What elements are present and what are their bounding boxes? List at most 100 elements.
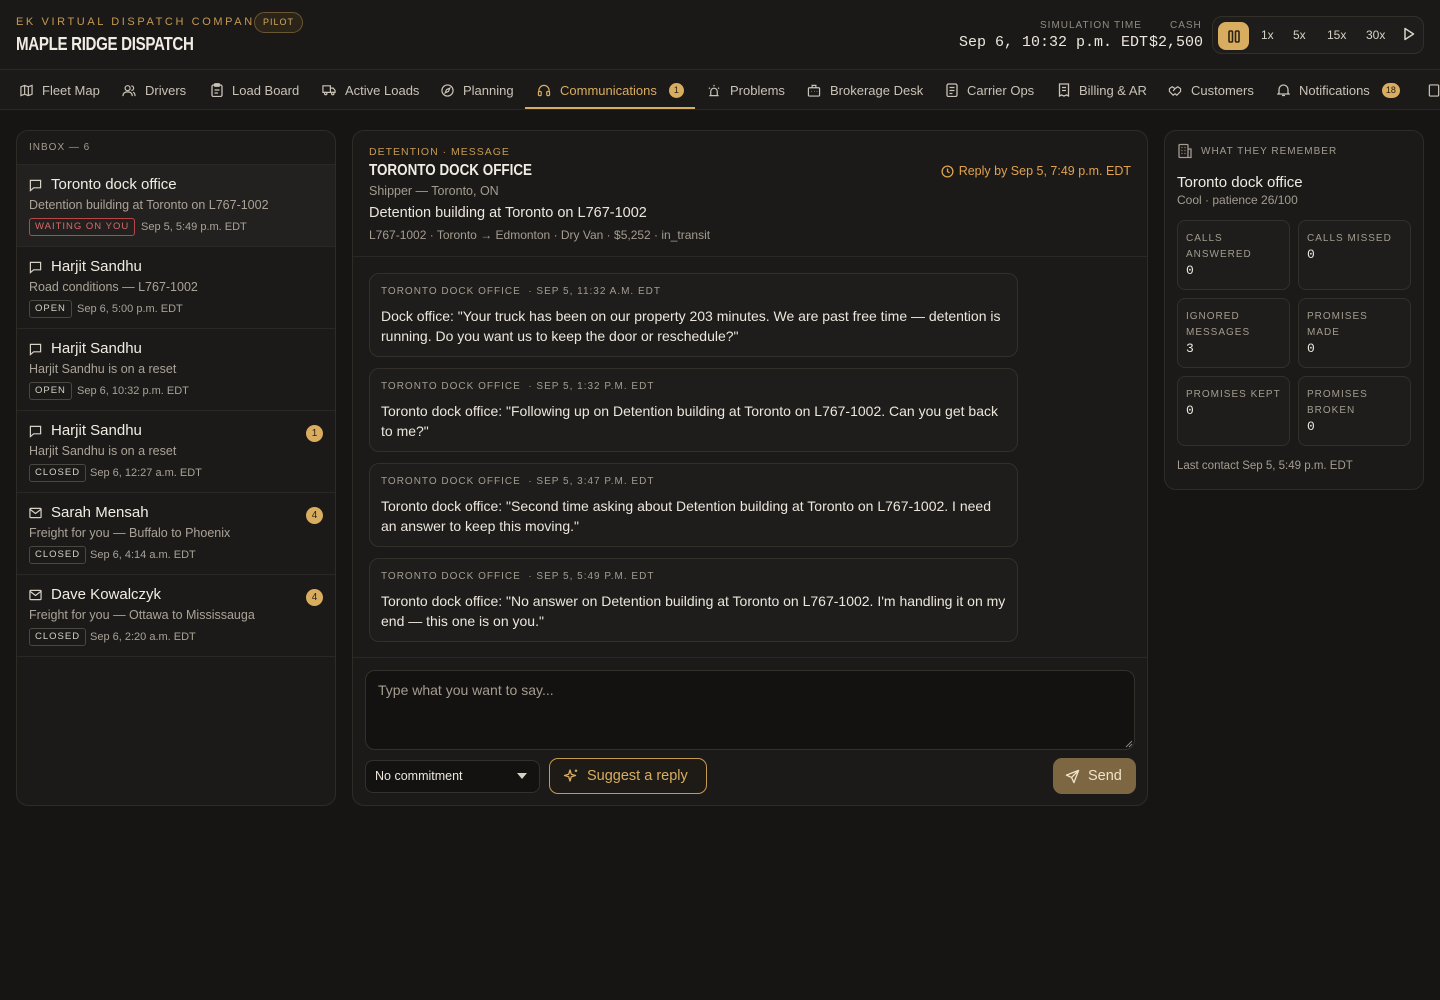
stat-promises-made: PROMISES MADE 0 [1298,298,1411,368]
message-sender: TORONTO DOCK OFFICE · SEP 5, 1:32 P.M. E… [381,381,655,392]
clock-icon [941,164,954,178]
suggest-reply-button[interactable]: Suggest a reply [549,758,707,794]
sparkles-icon [563,769,578,782]
tab-load-board[interactable]: Load Board [211,70,299,109]
list-item[interactable]: Sarah Mensah 4 Freight for you — Buffalo… [17,493,335,575]
stat-calls-missed: CALLS MISSED 0 [1298,220,1411,290]
thread-title: TORONTO DOCK OFFICE [369,162,533,179]
tab-active-loads[interactable]: Active Loads [322,70,419,109]
speed-5x-button[interactable]: 5x [1293,28,1306,42]
stat-promises-broken: PROMISES BROKEN 0 [1298,376,1411,446]
stat-calls-answered: CALLS ANSWERED 0 [1177,220,1290,290]
mail-icon [29,507,42,519]
tab-brokerage-desk[interactable]: Brokerage Desk [807,70,923,109]
inbox-item-time: Sep 6, 5:00 p.m. EDT [77,303,183,315]
inbox-item-time: Sep 6, 4:14 a.m. EDT [90,549,196,561]
receipt-icon [1058,83,1070,97]
thread-category: DETENTION · MESSAGE [369,146,510,158]
memory-contact-name: Toronto dock office [1177,174,1303,191]
status-badge: WAITING ON YOU [29,218,136,236]
truck-icon [322,85,336,96]
message-text: Toronto dock office: "Second time asking… [381,498,991,534]
map-icon [20,84,33,96]
company-name: EK VIRTUAL DISPATCH COMPANY [16,16,265,28]
inbox-item-subject: Freight for you — Ottawa to Mississauga [29,608,255,622]
list-item[interactable]: Harjit Sandhu Road conditions — L767-100… [17,247,335,329]
message-sender: TORONTO DOCK OFFICE · SEP 5, 11:32 A.M. … [381,286,661,297]
message-bubble: TORONTO DOCK OFFICE · SEP 5, 1:32 P.M. E… [369,368,1018,452]
simulation-time-label: SIMULATION TIME [1040,20,1142,31]
inbox-item-time: Sep 6, 10:32 p.m. EDT [77,385,189,397]
list-item[interactable]: Dave Kowalczyk 4 Freight for you — Ottaw… [17,575,335,657]
tab-carrier-ops[interactable]: Carrier Ops [946,70,1034,109]
tab-notifications[interactable]: Notifications 18 [1277,70,1400,109]
inbox-item-time: Sep 5, 5:49 p.m. EDT [141,221,247,233]
message-sender: TORONTO DOCK OFFICE · SEP 5, 3:47 P.M. E… [381,476,655,487]
communications-count-badge: 1 [668,82,684,98]
message-bubble: TORONTO DOCK OFFICE · SEP 5, 5:49 P.M. E… [369,558,1018,642]
mail-icon [29,589,42,601]
speed-30x-button[interactable]: 30x [1366,28,1385,42]
tab-customers[interactable]: Customers [1168,70,1254,109]
send-button[interactable]: Send [1053,758,1136,794]
status-badge: CLOSED [29,464,87,482]
reply-textarea[interactable] [365,670,1135,750]
speed-1x-button[interactable]: 1x [1261,28,1274,42]
inbox-item-subject: Harjit Sandhu is on a reset [29,362,177,376]
unread-count-badge: 4 [306,589,323,606]
inbox-item-name: Harjit Sandhu [51,340,142,357]
inbox-item-subject: Harjit Sandhu is on a reset [29,444,177,458]
message-icon [29,261,42,274]
list-item[interactable]: Harjit Sandhu 1 Harjit Sandhu is on a re… [17,411,335,493]
clipboard-list-icon [946,83,958,97]
pause-button[interactable] [1218,22,1249,50]
tab-communications[interactable]: Communications 1 [537,70,684,109]
active-tab-indicator [525,107,695,109]
tab-drivers[interactable]: Drivers [122,70,186,109]
message-icon [29,343,42,356]
pause-icon [1227,29,1240,43]
bell-icon [1277,84,1290,97]
load-summary: L767-1002 · Toronto → Edmonton · Dry Van… [369,228,711,242]
inbox-item-subject: Detention building at Toronto on L767-10… [29,198,269,212]
status-badge: CLOSED [29,546,87,564]
inbox-item-name: Dave Kowalczyk [51,586,162,603]
tab-planning[interactable]: Planning [441,70,514,109]
clipboard-icon [211,83,223,97]
building-icon [1178,143,1192,159]
speed-15x-button[interactable]: 15x [1327,28,1346,42]
inbox-panel: INBOX — 6 Toronto dock office Detention … [16,130,336,806]
inbox-item-subject: Freight for you — Buffalo to Phoenix [29,526,231,540]
inbox-item-name: Harjit Sandhu [51,422,142,439]
status-badge: OPEN [29,382,72,400]
contact-role: Shipper — Toronto, ON [369,184,499,198]
headset-icon [537,84,551,96]
memory-header: WHAT THEY REMEMBER [1177,143,1337,159]
send-icon [1065,769,1080,783]
unread-count-badge: 4 [306,507,323,524]
handshake-icon [1168,85,1182,96]
siren-icon [708,84,720,96]
message-text: Dock office: "Your truck has been on our… [381,308,1001,344]
play-icon[interactable] [1403,27,1415,41]
inbox-header: INBOX — 6 [17,131,335,165]
inbox-item-name: Sarah Mensah [51,504,149,521]
tab-problems[interactable]: Problems [707,70,785,109]
commitment-select[interactable]: No commitment [365,760,540,793]
inbox-item-name: Harjit Sandhu [51,258,142,275]
list-item[interactable]: Toronto dock office Detention building a… [17,165,335,247]
inbox-item-time: Sep 6, 12:27 a.m. EDT [90,467,202,479]
inbox-item-time: Sep 6, 2:20 a.m. EDT [90,631,196,643]
stat-ignored-messages: IGNORED MESSAGES 3 [1177,298,1290,368]
speed-controls: 1x 5x 15x 30x [1212,16,1424,54]
resize-grip-icon[interactable] [1125,740,1133,748]
tab-overflow[interactable] [1428,70,1440,109]
users-icon [122,84,136,96]
cash-label: CASH [1170,20,1202,31]
building-icon [1428,83,1440,97]
tab-fleet-map[interactable]: Fleet Map [20,70,100,109]
brand-title: MAPLE RIDGE DISPATCH [16,34,194,54]
message-bubble: TORONTO DOCK OFFICE · SEP 5, 11:32 A.M. … [369,273,1018,357]
list-item[interactable]: Harjit Sandhu Harjit Sandhu is on a rese… [17,329,335,411]
tab-billing-ar[interactable]: Billing & AR [1058,70,1147,109]
